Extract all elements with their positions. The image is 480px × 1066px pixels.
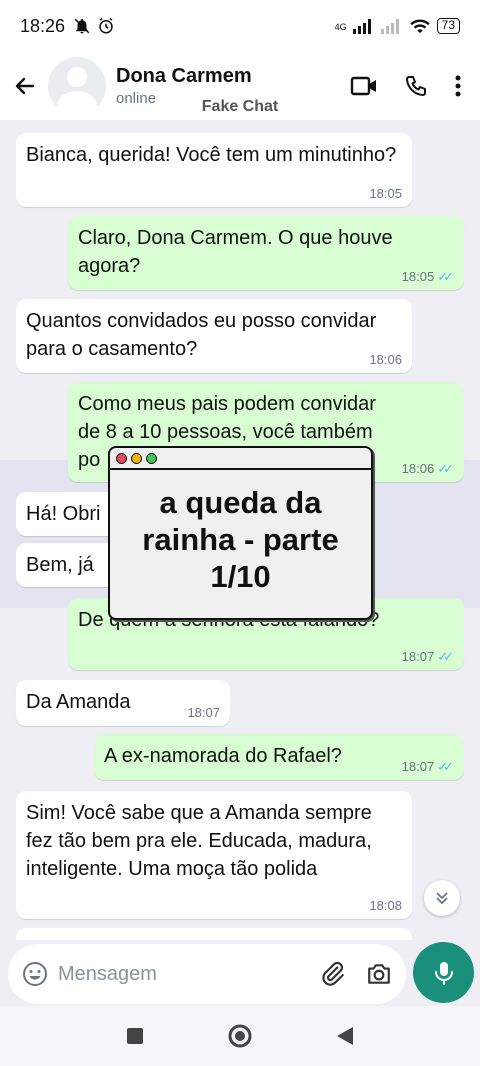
signal-2-icon [380,19,399,34]
message-time: 18:07 [401,759,435,774]
network-type: 4G [334,22,347,32]
status-bar: 18:26 4G 73 [0,0,480,52]
read-ticks-icon: ✓✓ [437,461,454,476]
scroll-down-button[interactable] [424,880,460,916]
phone-call-icon[interactable] [404,74,428,98]
video-call-icon[interactable] [350,75,378,97]
message-bubble[interactable]: Bianca, querida! Você tem um minutinho? … [16,133,412,207]
read-ticks-icon: ✓✓ [437,759,454,774]
overlay-title: a queda da rainha - parte 1/10 [142,485,339,594]
back-nav-icon[interactable] [335,1025,355,1047]
contact-name: Dona Carmem [116,65,252,87]
notifications-off-icon [74,18,90,34]
message-time: 18:06 [369,352,402,367]
home-icon[interactable] [227,1023,253,1049]
window-minimize-dot [131,452,142,464]
window-close-dot [116,452,127,464]
voice-message-button[interactable] [413,942,474,1003]
system-nav-bar [0,1006,480,1066]
battery-level: 73 [436,18,460,34]
message-composer [0,940,480,1006]
microphone-icon [434,961,453,985]
chevron-double-down-icon [436,892,448,905]
alarm-icon [99,17,113,34]
message-time: 18:05 [369,186,402,201]
message-time: 18:05 [401,269,435,284]
wifi-icon [409,19,430,34]
signal-icon [352,19,371,34]
message-time: 18:07 [401,649,435,664]
emoji-icon[interactable] [22,961,48,987]
watermark-label: Fake Chat [201,98,279,115]
message-bubble[interactable]: Claro, Dona Carmem. O que houve agora? 1… [68,216,464,290]
message-time: 18:08 [369,898,402,913]
status-time: 18:26 [20,15,66,36]
message-input[interactable] [58,962,298,986]
message-time: 18:06 [401,461,435,476]
message-bubble[interactable]: Da Amanda 18:07 [16,680,230,726]
camera-icon[interactable] [366,961,392,987]
read-ticks-icon: ✓✓ [437,269,454,284]
message-time: 18:07 [187,705,220,720]
arrow-left-icon [15,77,35,95]
message-bubble[interactable]: Quantos convidados eu posso convidar par… [16,299,412,373]
more-options-icon[interactable] [454,74,462,98]
window-maximize-dot [146,452,157,464]
back-button[interactable] [10,71,40,101]
title-overlay: a queda da rainha - parte 1/10 [108,446,373,620]
attach-icon[interactable] [320,961,346,987]
read-ticks-icon: ✓✓ [437,649,454,664]
recents-icon[interactable] [125,1026,145,1046]
message-bubble[interactable]: A ex-namorada do Rafael? 18:07 ✓✓ [94,734,464,780]
message-bubble[interactable]: Sim! Você sabe que a Amanda sempre fez t… [16,791,412,919]
